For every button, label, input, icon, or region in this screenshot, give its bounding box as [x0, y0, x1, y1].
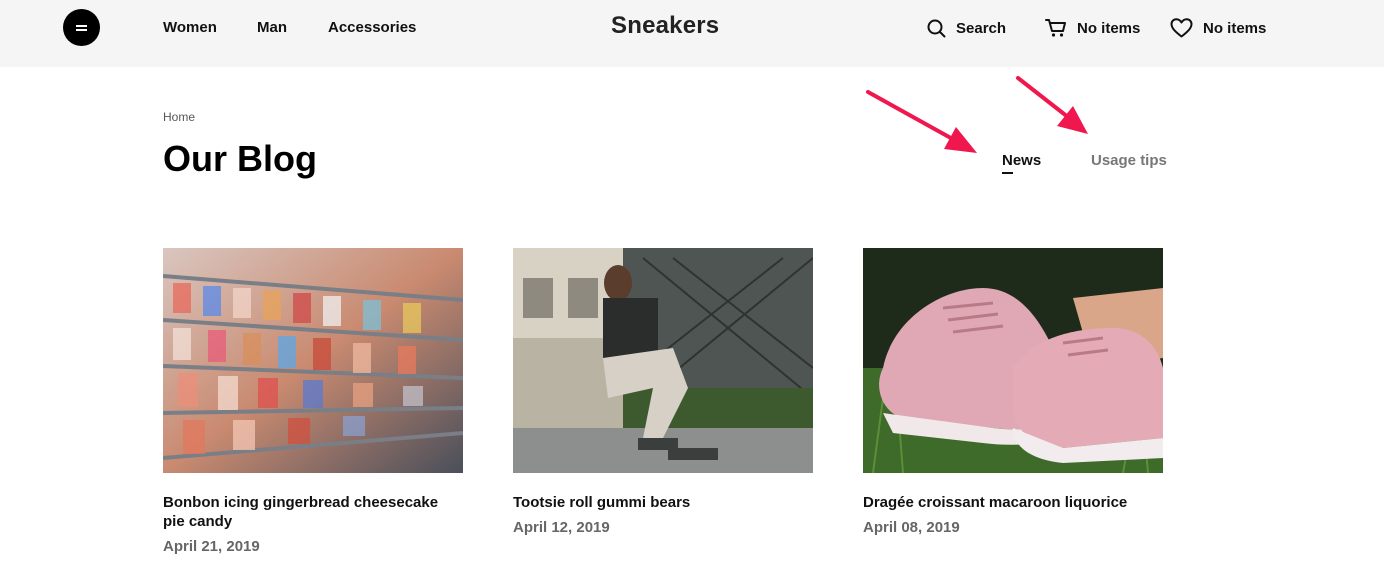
top-header: Women Man Accessories Sneakers Search No…	[0, 0, 1384, 67]
search-icon	[927, 19, 946, 37]
nav-link-women[interactable]: Women	[163, 19, 217, 36]
brand-logo[interactable]: Sneakers	[611, 12, 719, 40]
blog-post-date: April 12, 2019	[513, 519, 610, 536]
cart-label: No items	[1077, 19, 1141, 37]
pink-sneakers-on-grass-photo[interactable]	[863, 248, 1163, 473]
wishlist-button[interactable]: No items	[1170, 16, 1266, 40]
shoe-store-shelves-photo[interactable]	[163, 248, 463, 473]
search-label: Search	[956, 19, 1007, 37]
search-button[interactable]: Search	[927, 16, 1006, 40]
man-crouching-in-sneakers-photo[interactable]	[513, 248, 813, 473]
blog-post-date: April 21, 2019	[163, 538, 260, 555]
blog-post-card[interactable]: Tootsie roll gummi bears April 12, 2019	[513, 248, 813, 537]
cart-icon	[1045, 19, 1066, 37]
blog-post-title[interactable]: Dragée croissant macaroon liquorice	[863, 493, 1163, 512]
tab-usage-tips[interactable]: Usage tips	[1091, 152, 1167, 169]
breadcrumb-home[interactable]: Home	[163, 110, 195, 124]
cart-button[interactable]: No items	[1045, 16, 1140, 40]
tab-news[interactable]: News	[1002, 152, 1041, 174]
blog-post-card[interactable]: Dragée croissant macaroon liquorice Apri…	[863, 248, 1163, 537]
menu-button[interactable]	[63, 9, 100, 46]
page-title: Our Blog	[163, 138, 317, 179]
blog-post-title[interactable]: Tootsie roll gummi bears	[513, 493, 813, 512]
blog-post-title[interactable]: Bonbon icing gingerbread cheesecake pie …	[163, 493, 463, 531]
blog-post-card[interactable]: Bonbon icing gingerbread cheesecake pie …	[163, 248, 463, 556]
menu-icon-bar	[76, 29, 87, 31]
menu-icon	[76, 25, 87, 27]
blog-post-date: April 08, 2019	[863, 519, 960, 536]
nav-link-man[interactable]: Man	[257, 19, 287, 36]
nav-link-accessories[interactable]: Accessories	[328, 19, 416, 36]
heart-icon	[1170, 18, 1193, 38]
arrow-to-usage-tips-tab	[1016, 76, 1088, 134]
wishlist-label: No items	[1203, 19, 1267, 37]
arrow-to-news-tab	[866, 90, 977, 153]
